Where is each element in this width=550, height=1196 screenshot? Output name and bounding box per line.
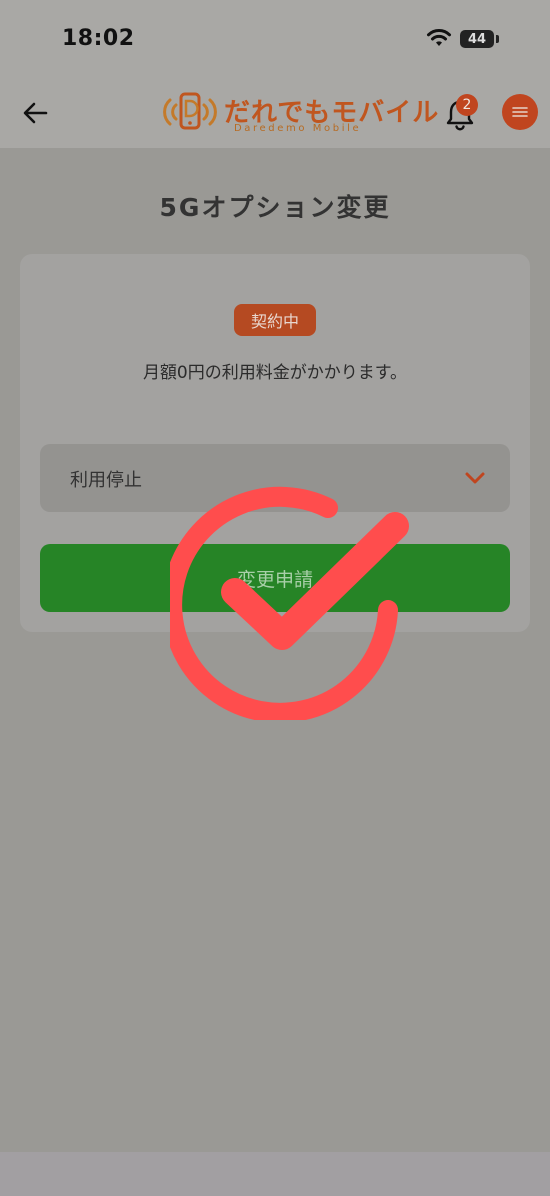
chevron-down-icon <box>465 472 485 484</box>
app-logo: だれでもモバイル Daredemo Mobile <box>160 92 438 134</box>
menu-button[interactable] <box>502 94 538 130</box>
battery-indicator: 44 <box>460 30 494 48</box>
back-button[interactable] <box>18 98 52 128</box>
wifi-icon <box>427 29 451 46</box>
option-select-value: 利用停止 <box>70 470 142 491</box>
page-title: 5Gオプション変更 <box>159 193 391 222</box>
fee-text: 月額0円の利用料金がかかります。 <box>142 363 408 383</box>
notification-count: 2 <box>462 97 472 113</box>
battery-level: 44 <box>467 31 487 47</box>
hamburger-icon <box>512 107 528 117</box>
app-header: だれでもモバイル Daredemo Mobile 2 <box>0 78 550 148</box>
status-bar: 18:02 44 <box>0 0 550 78</box>
status-badge: 契約中 <box>234 304 316 336</box>
bottom-bar <box>0 1152 550 1196</box>
status-time: 18:02 <box>62 26 135 51</box>
check-circle-icon <box>170 486 409 720</box>
logo-subtext: Daredemo Mobile <box>234 123 362 134</box>
logo-phone-icon <box>163 92 217 130</box>
arrow-left-icon <box>23 102 48 124</box>
battery-tip <box>496 35 499 43</box>
notification-badge: 2 <box>456 94 478 116</box>
